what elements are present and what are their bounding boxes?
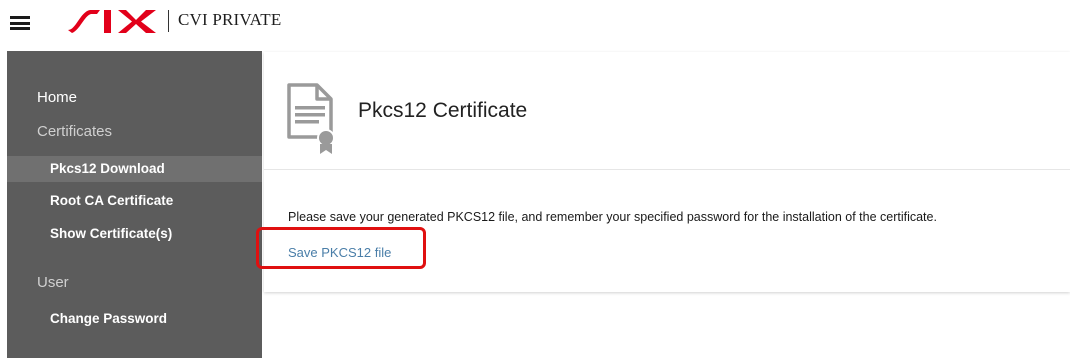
sidebar-item-show-certificates[interactable]: Show Certificate(s) — [7, 221, 262, 247]
sidebar-heading-certificates: Certificates — [37, 123, 113, 140]
sidebar-item-root-ca-certificate[interactable]: Root CA Certificate — [7, 188, 262, 214]
sidebar-item-home[interactable]: Home — [37, 89, 77, 106]
top-header: CVI PRIVATE — [0, 0, 1070, 50]
sidebar-item-pkcs12-download[interactable]: Pkcs12 Download — [7, 156, 262, 182]
card-header: Pkcs12 Certificate — [264, 52, 1070, 170]
header-divider — [168, 10, 169, 32]
highlight-annotation — [256, 227, 426, 269]
instruction-text: Please save your generated PKCS12 file, … — [288, 210, 937, 224]
sidebar-item-change-password[interactable]: Change Password — [7, 306, 262, 332]
hamburger-menu-icon[interactable] — [10, 16, 30, 30]
app-title: CVI PRIVATE — [178, 10, 282, 29]
sidebar: Home Certificates Pkcs12 Download Root C… — [7, 51, 262, 358]
six-logo[interactable] — [66, 6, 158, 34]
sidebar-heading-user: User — [37, 274, 69, 291]
page-title: Pkcs12 Certificate — [358, 99, 528, 122]
certificate-document-icon — [287, 83, 335, 154]
